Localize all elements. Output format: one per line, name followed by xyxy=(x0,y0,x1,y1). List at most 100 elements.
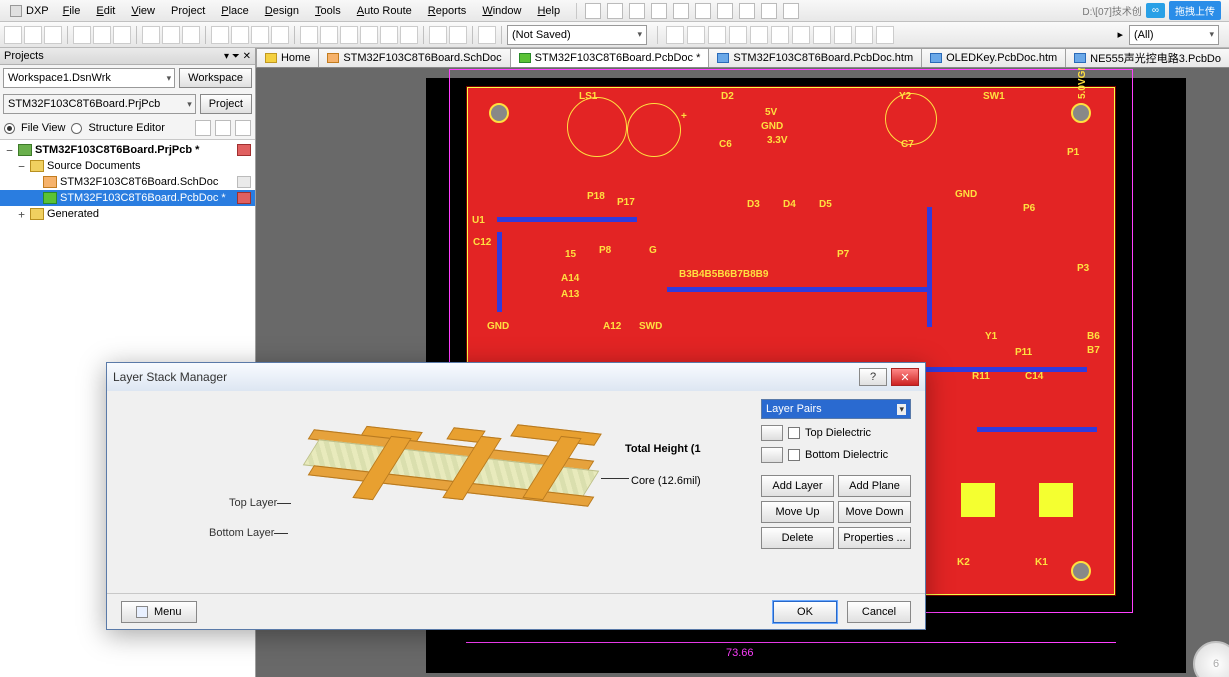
menu-design[interactable]: Design xyxy=(257,5,307,17)
tab-oledkey-htm[interactable]: OLEDKey.PcbDoc.htm xyxy=(921,48,1066,67)
quick-tool-icon[interactable] xyxy=(695,3,711,19)
layer-pairs-select[interactable]: Layer Pairs xyxy=(761,399,911,419)
tool-place-component-icon[interactable] xyxy=(855,26,873,44)
tool-route-icon[interactable] xyxy=(478,26,496,44)
workspace-field[interactable]: Workspace1.DsnWrk xyxy=(3,68,175,88)
quick-tool-icon[interactable] xyxy=(673,3,689,19)
tool-place-arc-icon[interactable] xyxy=(729,26,747,44)
menu-project[interactable]: Project xyxy=(163,5,213,17)
tool-place-via-icon[interactable] xyxy=(687,26,705,44)
upload-badge[interactable]: 拖拽上传 xyxy=(1169,1,1221,20)
project-field[interactable]: STM32F103C8T6Board.PrjPcb xyxy=(3,94,196,114)
tool-place-dimension-icon[interactable] xyxy=(876,26,894,44)
cancel-button[interactable]: Cancel xyxy=(847,601,911,623)
tool-redo-icon[interactable] xyxy=(449,26,467,44)
panel-tool-icon[interactable] xyxy=(215,120,231,136)
quick-tool-icon[interactable] xyxy=(607,3,623,19)
workspace-button[interactable]: Workspace xyxy=(179,68,252,88)
tool-origin-icon[interactable] xyxy=(251,26,269,44)
quick-tool-icon[interactable] xyxy=(629,3,645,19)
menu-place[interactable]: Place xyxy=(213,5,257,17)
dxp-menu[interactable]: DXP xyxy=(4,5,55,17)
tool-libraries-icon[interactable] xyxy=(113,26,131,44)
bottom-dielectric-checkbox[interactable] xyxy=(788,449,800,461)
bottom-dielectric-swatch[interactable] xyxy=(761,447,783,463)
help-button[interactable]: ? xyxy=(859,368,887,386)
file-view-radio[interactable] xyxy=(4,123,15,134)
tool-layer-icon[interactable] xyxy=(211,26,229,44)
menu-auto-route[interactable]: Auto Route xyxy=(349,5,420,17)
ok-button[interactable]: OK xyxy=(773,601,837,623)
tool-place-fill-icon[interactable] xyxy=(750,26,768,44)
move-up-button[interactable]: Move Up xyxy=(761,501,834,523)
panel-tool-icon[interactable] xyxy=(195,120,211,136)
filter-combo[interactable]: (All) xyxy=(1129,25,1219,45)
tab-pcb[interactable]: STM32F103C8T6Board.PcbDoc * xyxy=(510,48,710,67)
delete-button[interactable]: Delete xyxy=(761,527,834,549)
zoom-indicator[interactable]: 6 xyxy=(1193,641,1229,677)
tree-project-root[interactable]: −STM32F103C8T6Board.PrjPcb * xyxy=(0,142,255,158)
quick-tool-icon[interactable] xyxy=(783,3,799,19)
dialog-titlebar[interactable]: Layer Stack Manager ? ✕ xyxy=(107,363,925,391)
add-plane-button[interactable]: Add Plane xyxy=(838,475,911,497)
tool-new-icon[interactable] xyxy=(4,26,22,44)
top-dielectric-checkbox[interactable] xyxy=(788,427,800,439)
tool-place-region-icon[interactable] xyxy=(792,26,810,44)
tab-home[interactable]: Home xyxy=(256,48,319,67)
tab-pcb-htm[interactable]: STM32F103C8T6Board.PcbDoc.htm xyxy=(708,48,922,67)
tab-schematic[interactable]: STM32F103C8T6Board.SchDoc xyxy=(318,48,510,67)
tree-sch-doc[interactable]: STM32F103C8T6Board.SchDoc xyxy=(0,174,255,190)
add-layer-button[interactable]: Add Layer xyxy=(761,475,834,497)
menu-file[interactable]: File xyxy=(55,5,89,17)
cloud-icon[interactable]: ∞ xyxy=(1146,3,1165,18)
tool-measure-icon[interactable] xyxy=(271,26,289,44)
tree-pcb-doc[interactable]: STM32F103C8T6Board.PcbDoc * xyxy=(0,190,255,206)
menu-tools[interactable]: Tools xyxy=(307,5,349,17)
tool-print-icon[interactable] xyxy=(73,26,91,44)
menu-button[interactable]: Menu xyxy=(121,601,197,623)
tool-undo-icon[interactable] xyxy=(429,26,447,44)
structure-editor-radio[interactable] xyxy=(71,123,82,134)
menu-reports[interactable]: Reports xyxy=(420,5,475,17)
close-button[interactable]: ✕ xyxy=(891,368,919,386)
tool-place-poly-icon[interactable] xyxy=(771,26,789,44)
quick-tool-icon[interactable] xyxy=(717,3,733,19)
quick-tool-icon[interactable] xyxy=(651,3,667,19)
tool-grid-icon[interactable] xyxy=(231,26,249,44)
top-dielectric-swatch[interactable] xyxy=(761,425,783,441)
move-down-button[interactable]: Move Down xyxy=(838,501,911,523)
project-button[interactable]: Project xyxy=(200,94,252,114)
tool-clear-icon[interactable] xyxy=(400,26,418,44)
tool-place-text-icon[interactable] xyxy=(813,26,831,44)
tool-save-icon[interactable] xyxy=(44,26,62,44)
quick-tool-icon[interactable] xyxy=(761,3,777,19)
total-height-label: Total Height (1 xyxy=(625,443,701,455)
dimension-line xyxy=(466,642,1116,643)
quick-tool-icon[interactable] xyxy=(739,3,755,19)
tool-zoom-selected-icon[interactable] xyxy=(182,26,200,44)
pin-icon[interactable]: ▾ ⏷ ✕ xyxy=(224,51,251,62)
tool-place-pad-icon[interactable] xyxy=(708,26,726,44)
tool-zoom-area-icon[interactable] xyxy=(142,26,160,44)
tool-open-icon[interactable] xyxy=(24,26,42,44)
tree-source-documents[interactable]: −Source Documents xyxy=(0,158,255,174)
tree-generated[interactable]: +Generated xyxy=(0,206,255,222)
menu-edit[interactable]: Edit xyxy=(88,5,123,17)
tool-cut-icon[interactable] xyxy=(300,26,318,44)
tool-place-track-icon[interactable] xyxy=(666,26,684,44)
tool-select-icon[interactable] xyxy=(360,26,378,44)
tool-paste-icon[interactable] xyxy=(340,26,358,44)
tool-place-string-icon[interactable] xyxy=(834,26,852,44)
tool-zoom-fit-icon[interactable] xyxy=(162,26,180,44)
menu-help[interactable]: Help xyxy=(529,5,568,17)
tab-ne555[interactable]: NE555声光控电路3.PcbDo xyxy=(1065,48,1229,67)
tool-move-icon[interactable] xyxy=(380,26,398,44)
tool-copy-icon[interactable] xyxy=(320,26,338,44)
menu-view[interactable]: View xyxy=(123,5,163,17)
panel-tool-icon[interactable] xyxy=(235,120,251,136)
menu-window[interactable]: Window xyxy=(474,5,529,17)
tool-preview-icon[interactable] xyxy=(93,26,111,44)
properties-button[interactable]: Properties ... xyxy=(838,527,911,549)
quick-tool-icon[interactable] xyxy=(585,3,601,19)
saved-state-combo[interactable]: (Not Saved) xyxy=(507,25,647,45)
